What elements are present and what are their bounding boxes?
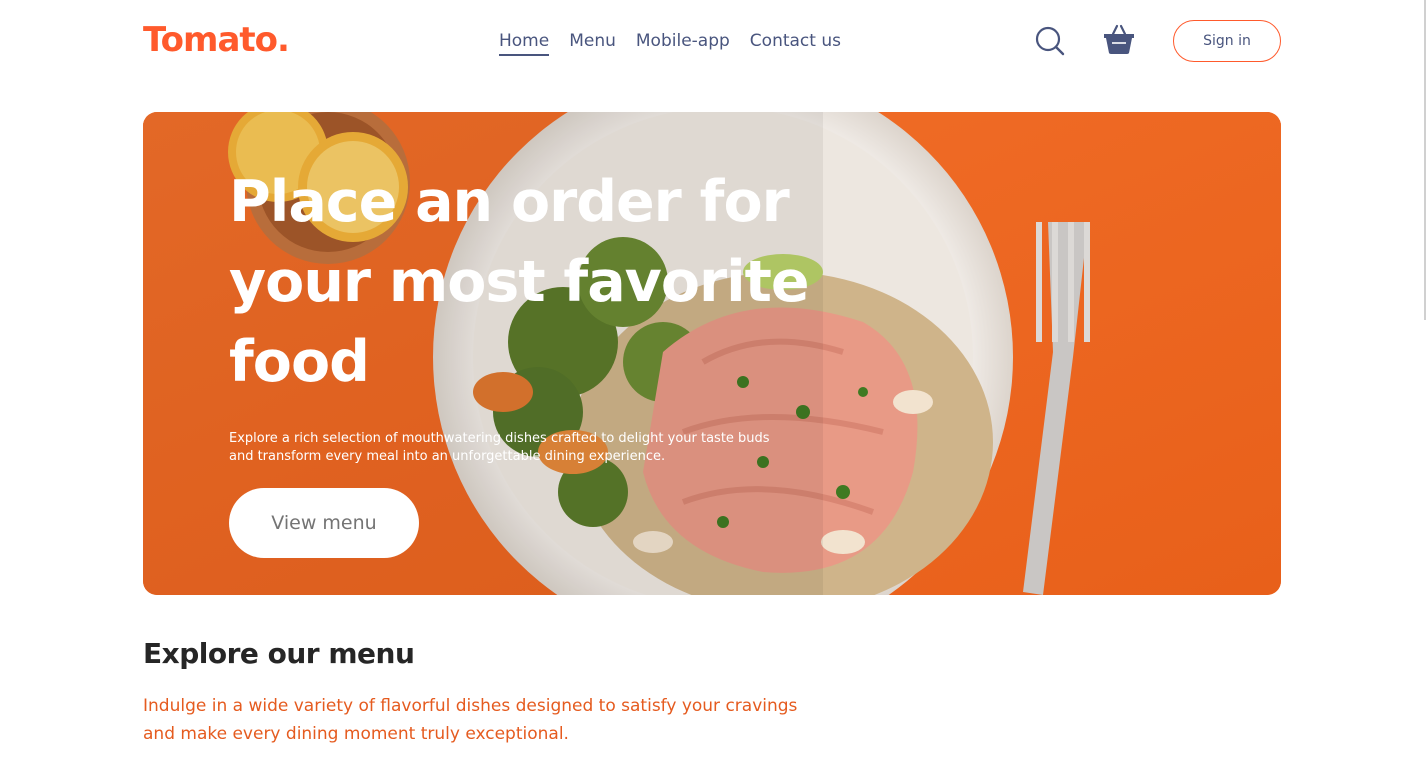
nav-link-contact-us[interactable]: Contact us	[750, 30, 841, 56]
logo[interactable]: Tomato.	[143, 20, 290, 60]
nav-link-home[interactable]: Home	[499, 30, 550, 56]
hero-description: Explore a rich selection of mouthwaterin…	[229, 431, 770, 464]
hero-content: Place an order for your most favorite fo…	[229, 162, 810, 558]
nav-link-mobile-app[interactable]: Mobile-app	[636, 30, 730, 56]
hero-banner: Place an order for your most favorite fo…	[143, 112, 1281, 595]
explore-menu-text: Indulge in a wide variety of flavorful d…	[143, 696, 798, 744]
explore-menu-section: Explore our menu Indulge in a wide varie…	[143, 636, 843, 748]
view-menu-button[interactable]: View menu	[229, 488, 419, 558]
navbar: Tomato. Home Menu Mobile-app Contact us …	[143, 20, 1281, 64]
basket-icon[interactable]	[1102, 23, 1136, 57]
explore-menu-title: Explore our menu	[143, 637, 415, 670]
search-icon[interactable]	[1033, 24, 1067, 58]
sign-in-button[interactable]: Sign in	[1173, 20, 1281, 62]
nav-link-menu[interactable]: Menu	[569, 30, 616, 56]
hero-title: Place an order for your most favorite fo…	[229, 169, 810, 395]
nav-links: Home Menu Mobile-app Contact us	[499, 30, 841, 56]
